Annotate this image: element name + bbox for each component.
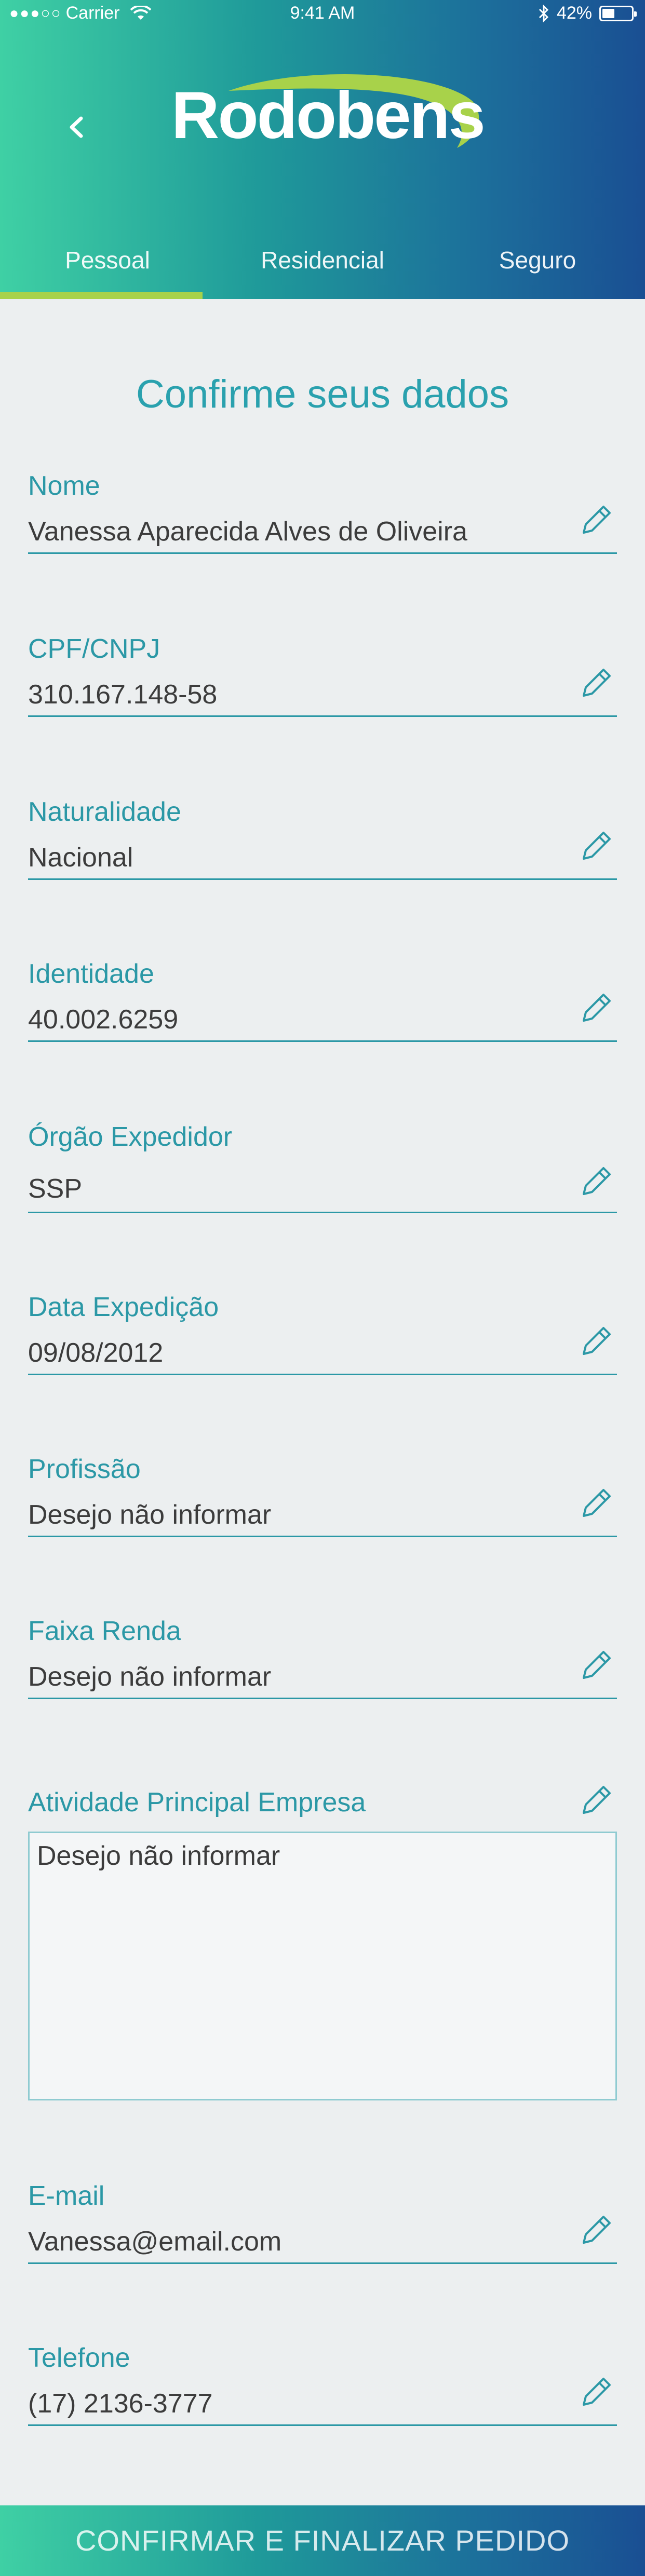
tab-label: Seguro [499,247,576,274]
field-value[interactable]: Vanessa@email.com [28,2226,281,2257]
pencil-icon[interactable] [576,825,617,866]
battery-level [602,8,614,18]
battery-percentage: 42% [556,3,592,23]
tab-residencial[interactable]: Residencial [215,234,430,299]
field-atividade-principal-empresa: Atividade Principal Empresa Desejo não i… [28,1786,617,2114]
field-faixa-renda: Faixa Renda Desejo não informar [28,1616,617,1699]
field-underline [28,1212,617,1213]
field-underline [28,2424,617,2426]
field-cpf-cnpj: CPF/CNPJ 310.167.148-58 [28,633,617,717]
pencil-icon[interactable] [576,987,617,1028]
field-label: Data Expedição [28,1292,219,1322]
field-identidade: Identidade 40.002.6259 [28,958,617,1042]
field-value[interactable]: (17) 2136-3777 [28,2388,213,2419]
field-label: Profissão [28,1454,141,1484]
field-underline [28,552,617,554]
field-nome: Nome Vanessa Aparecida Alves de Oliveira [28,470,617,554]
tab-label: Residencial [261,247,384,274]
field-value[interactable]: Desejo não informar [28,1499,271,1530]
confirm-finalize-button[interactable]: CONFIRMAR E FINALIZAR PEDIDO [0,2505,645,2576]
field-value[interactable]: 310.167.148-58 [28,679,217,710]
header: ●●●○○ Carrier 9:41 AM 42% Rodobens Pesso… [0,0,645,299]
field-orgao-expedidor: Órgão Expedidor SSP [28,1121,617,1215]
field-underline [28,1374,617,1375]
field-data-expedicao: Data Expedição 09/08/2012 [28,1292,617,1375]
pencil-icon[interactable] [576,1645,617,1685]
pencil-icon[interactable] [576,1321,617,1361]
field-value[interactable]: Desejo não informar [28,1661,271,1692]
field-naturalidade: Naturalidade Nacional [28,796,617,880]
field-underline [28,2262,617,2264]
tab-bar: Pessoal Residencial Seguro [0,234,645,299]
field-profissao: Profissão Desejo não informar [28,1454,617,1537]
pencil-icon[interactable] [576,1161,617,1201]
field-underline [28,1040,617,1042]
bluetooth-icon [539,4,549,22]
pencil-icon[interactable] [576,2209,617,2250]
field-email: E-mail Vanessa@email.com [28,2180,617,2264]
field-underline [28,715,617,717]
field-label: Identidade [28,959,154,989]
back-button[interactable] [57,104,93,151]
field-telefone: Telefone (17) 2136-3777 [28,2342,617,2426]
field-label: Atividade Principal Empresa [28,1787,366,1818]
field-value[interactable]: Vanessa Aparecida Alves de Oliveira [28,516,467,547]
field-label: Naturalidade [28,797,181,827]
field-underline [28,1536,617,1537]
atividade-textarea[interactable]: Desejo não informar [28,1832,617,2100]
field-value[interactable]: SSP [28,1173,82,1204]
pencil-icon[interactable] [576,2371,617,2412]
pencil-icon[interactable] [576,662,617,703]
field-value[interactable]: 40.002.6259 [28,1004,178,1035]
page-title: Confirme seus dados [136,372,509,416]
field-label: CPF/CNPJ [28,634,160,664]
field-value[interactable]: Nacional [28,842,133,873]
tab-seguro[interactable]: Seguro [430,234,645,299]
pencil-icon[interactable] [576,1780,617,1820]
field-label: Faixa Renda [28,1616,181,1646]
pencil-icon[interactable] [576,1483,617,1523]
field-label: E-mail [28,2181,105,2211]
field-label: Nome [28,471,100,501]
chevron-left-icon [70,116,83,138]
tab-pessoal[interactable]: Pessoal [0,234,215,299]
field-underline [28,878,617,880]
brand-logo: Rodobens [166,70,488,158]
active-tab-indicator [0,292,203,299]
pencil-icon[interactable] [576,499,617,540]
battery-icon [599,5,637,21]
tab-label: Pessoal [65,247,150,274]
field-label: Órgão Expedidor [28,1122,233,1152]
logo-text: Rodobens [171,78,486,153]
field-underline [28,1698,617,1699]
status-bar: ●●●○○ Carrier 9:41 AM 42% [0,0,645,30]
field-value[interactable]: 09/08/2012 [28,1337,163,1368]
field-label: Telefone [28,2343,130,2373]
